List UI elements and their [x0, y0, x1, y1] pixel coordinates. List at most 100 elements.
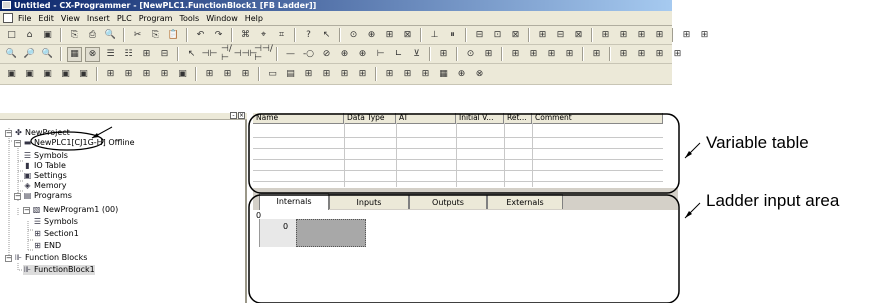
menu-item-program[interactable]: Program [139, 11, 173, 26]
workspace-minimize-button[interactable]: - [230, 112, 237, 119]
toolbar-button-icon[interactable]: ⊟ [157, 47, 172, 62]
menu-item-tools[interactable]: Tools [179, 11, 199, 26]
toolbar-button-icon[interactable]: ⌂ [22, 28, 37, 43]
toolbar-button-icon[interactable]: ▣ [76, 67, 91, 82]
toolbar-button-icon[interactable]: ⊙ [463, 47, 478, 62]
toolbar-button-icon[interactable]: ⊘ [319, 47, 334, 62]
toolbar-button-icon[interactable]: ⊗ [85, 46, 100, 62]
collapse-toggle[interactable]: − [23, 206, 30, 214]
menu-item-insert[interactable]: Insert [87, 11, 110, 26]
toolbar-button-icon[interactable]: ⊞ [436, 47, 451, 62]
tree-item-io-table[interactable]: ▮ IO Table [23, 161, 66, 171]
toolbar-button-icon[interactable]: ⊣⊣/⊢ [254, 45, 273, 63]
toolbar-button-icon[interactable]: ⊙ [346, 28, 361, 43]
toolbar-button-icon[interactable]: ▣ [175, 67, 190, 82]
collapse-toggle[interactable]: − [14, 139, 21, 147]
toolbar-button-icon[interactable]: ⊞ [103, 67, 118, 82]
tree-item-functionblock1[interactable]: ⊪ FunctionBlock1 [23, 265, 95, 275]
toolbar-button-icon[interactable]: ∟ [391, 47, 406, 62]
toolbar-button-icon[interactable]: ⊞ [355, 67, 370, 82]
document-menu-icon[interactable] [3, 13, 13, 23]
toolbar-button-icon[interactable]: ⊣⊢ [202, 47, 218, 62]
toolbar-button-icon[interactable]: ⊡ [490, 28, 505, 43]
tab-internals[interactable]: Internals [259, 193, 329, 210]
toolbar-button-icon[interactable]: ▤ [283, 67, 298, 82]
tab-externals[interactable]: Externals [487, 194, 563, 209]
collapse-toggle[interactable]: − [14, 192, 21, 200]
toolbar-button-icon[interactable]: ▣ [40, 28, 55, 43]
variable-table[interactable]: Name Data Type AT Initial V... Ret... Co… [253, 113, 678, 188]
toolbar-button-icon[interactable]: ⊞ [616, 28, 631, 43]
toolbar-button-icon[interactable]: ⊕ [337, 47, 352, 62]
toolbar-button-icon[interactable]: ⊞ [121, 67, 136, 82]
toolbar-button-icon[interactable]: 📋 [166, 28, 181, 43]
toolbar-button-icon[interactable]: ⌘ [238, 28, 253, 43]
toolbar-button-icon[interactable]: ⎘ [148, 28, 163, 43]
tree-item-project[interactable]: − ✤ NewProject [5, 128, 70, 138]
menu-item-view[interactable]: View [61, 11, 80, 26]
workspace-close-button[interactable]: × [238, 112, 245, 119]
toolbar-button-icon[interactable]: ⊞ [319, 67, 334, 82]
toolbar-button-icon[interactable]: ⊞ [535, 28, 550, 43]
toolbar-button-icon[interactable]: ⊕ [364, 28, 379, 43]
toolbar-button-icon[interactable]: ⊞ [508, 47, 523, 62]
tree-item-programs[interactable]: − ▤ Programs [14, 191, 72, 201]
toolbar-button-icon[interactable]: ▣ [40, 67, 55, 82]
toolbar-button-icon[interactable]: — [283, 47, 298, 62]
toolbar-button-icon[interactable]: ⊕ [454, 67, 469, 82]
toolbar-button-icon[interactable]: ⊞ [589, 47, 604, 62]
toolbar-button-icon[interactable]: ⊞ [139, 47, 154, 62]
toolbar-button-icon[interactable]: ⊟ [553, 28, 568, 43]
toolbar-button-icon[interactable]: ? [301, 28, 316, 43]
toolbar-button-icon[interactable]: □ [4, 28, 19, 43]
toolbar-button-icon[interactable]: ⊥ [427, 28, 442, 43]
toolbar-button-icon[interactable]: ⊞ [400, 67, 415, 82]
menu-item-plc[interactable]: PLC [117, 11, 132, 26]
toolbar-button-icon[interactable]: 🔍 [103, 28, 118, 43]
toolbar-button-icon[interactable]: ⊞ [598, 28, 613, 43]
toolbar-button-icon[interactable]: 🔍 [40, 47, 55, 62]
toolbar-button-icon[interactable]: ▦ [436, 67, 451, 82]
toolbar-button-icon[interactable]: ⊞ [139, 67, 154, 82]
tree-item-section1[interactable]: ⊞ Section1 [33, 229, 79, 239]
toolbar-button-icon[interactable]: ⊞ [697, 28, 712, 43]
column-header-initial-value[interactable]: Initial V... [456, 113, 504, 123]
tree-item-plc[interactable]: − ▬ NewPLC1[CJ1G-H] Offline [14, 138, 135, 148]
column-header-name[interactable]: Name [253, 113, 344, 123]
menu-item-help[interactable]: Help [245, 11, 263, 26]
menu-item-window[interactable]: Window [206, 11, 238, 26]
ladder-input-area[interactable]: 0 0 [253, 210, 678, 303]
toolbar-button-icon[interactable]: ⊟ [472, 28, 487, 43]
tree-item-memory[interactable]: ◈ Memory [23, 181, 66, 191]
ladder-cursor-cell[interactable] [296, 219, 366, 247]
toolbar-button-icon[interactable]: ☷ [121, 47, 136, 62]
toolbar-button-icon[interactable]: ⊕ [355, 47, 370, 62]
toolbar-button-icon[interactable]: ⎙ [85, 28, 100, 43]
toolbar-button-icon[interactable]: ⌖ [256, 28, 271, 43]
toolbar-button-icon[interactable]: ⊞ [526, 47, 541, 62]
menu-item-edit[interactable]: Edit [38, 11, 54, 26]
toolbar-button-icon[interactable]: ▣ [4, 67, 19, 82]
toolbar-button-icon[interactable]: ⊠ [508, 28, 523, 43]
toolbar-button-icon[interactable]: ⊞ [634, 28, 649, 43]
collapse-toggle[interactable]: − [5, 129, 12, 137]
toolbar-button-icon[interactable]: ⏸ [445, 28, 460, 43]
toolbar-button-icon[interactable]: 🔎 [22, 47, 37, 62]
toolbar-button-icon[interactable]: ⊞ [157, 67, 172, 82]
toolbar-button-icon[interactable]: ✂ [130, 28, 145, 43]
toolbar-button-icon[interactable]: ▣ [58, 67, 73, 82]
toolbar-button-icon[interactable]: ⊞ [670, 47, 685, 62]
tree-item-symbols[interactable]: ☰ Symbols [23, 151, 68, 161]
toolbar-button-icon[interactable]: ⊞ [481, 47, 496, 62]
toolbar-button-icon[interactable]: ⊞ [634, 47, 649, 62]
toolbar-button-icon[interactable]: ⊞ [382, 67, 397, 82]
toolbar-button-icon[interactable]: 🔍 [4, 47, 19, 62]
column-header-data-type[interactable]: Data Type [344, 113, 396, 123]
toolbar-button-icon[interactable]: -○ [301, 47, 316, 62]
menu-item-file[interactable]: File [18, 11, 31, 26]
toolbar-button-icon[interactable]: ⊞ [652, 47, 667, 62]
column-header-at[interactable]: AT [396, 113, 456, 123]
rung-margin[interactable] [259, 219, 297, 247]
tree-item-settings[interactable]: ▣ Settings [23, 171, 67, 181]
toolbar-button-icon[interactable]: ⊞ [301, 67, 316, 82]
